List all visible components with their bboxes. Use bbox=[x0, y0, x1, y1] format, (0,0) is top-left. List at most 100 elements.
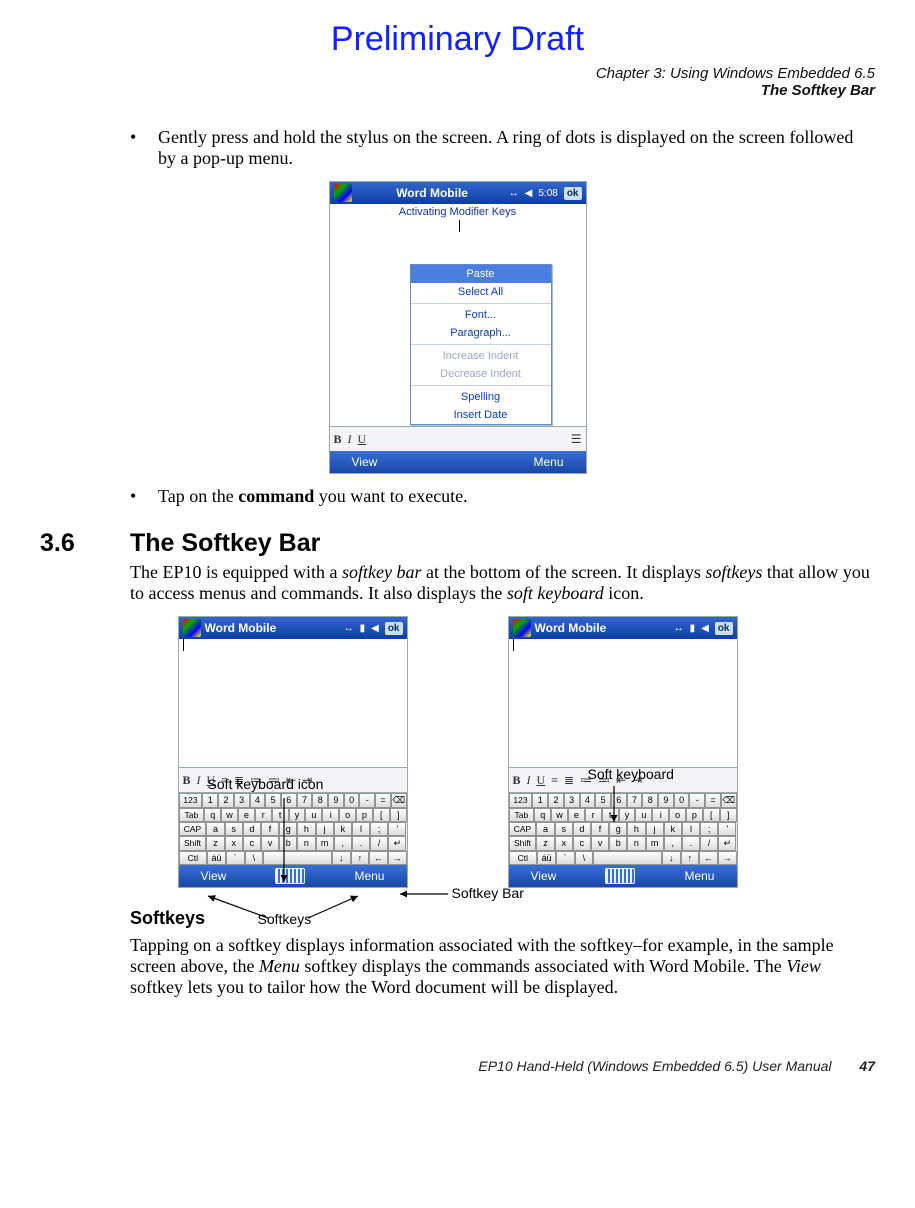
osk-key[interactable]: . bbox=[682, 836, 700, 851]
osk-key[interactable]: o bbox=[669, 808, 686, 822]
osk-key[interactable]: ⌫ bbox=[391, 793, 407, 808]
connectivity-icon[interactable]: ↔ bbox=[344, 623, 354, 634]
osk-key[interactable]: m bbox=[316, 836, 334, 851]
osk-key[interactable]: Shift bbox=[509, 836, 537, 851]
osk-key[interactable]: áü bbox=[207, 851, 226, 865]
osk-key[interactable]: v bbox=[261, 836, 279, 851]
osk-key[interactable]: - bbox=[689, 793, 705, 808]
soft-keyboard[interactable]: 1231234567890-=⌫ Tabqwertyuiop[] CAPasdf… bbox=[179, 792, 407, 865]
osk-key[interactable]: 1 bbox=[532, 793, 548, 808]
osk-key[interactable]: a bbox=[536, 822, 554, 836]
osk-key[interactable]: n bbox=[627, 836, 645, 851]
osk-key[interactable]: b bbox=[279, 836, 297, 851]
osk-key[interactable]: ' bbox=[388, 822, 406, 836]
osk-key[interactable]: g bbox=[609, 822, 627, 836]
osk-key[interactable]: . bbox=[352, 836, 370, 851]
osk-key[interactable]: 123 bbox=[509, 793, 533, 808]
osk-key[interactable]: j bbox=[646, 822, 664, 836]
osk-key[interactable]: u bbox=[635, 808, 652, 822]
osk-key[interactable]: ] bbox=[390, 808, 407, 822]
osk-key[interactable]: 0 bbox=[344, 793, 360, 808]
osk-key[interactable]: , bbox=[334, 836, 352, 851]
osk-key[interactable]: ; bbox=[700, 822, 718, 836]
osk-key[interactable]: g bbox=[279, 822, 297, 836]
osk-key[interactable]: p bbox=[686, 808, 703, 822]
osk-key[interactable]: - bbox=[359, 793, 375, 808]
ok-button[interactable]: ok bbox=[715, 622, 733, 635]
bold-button[interactable]: B bbox=[334, 432, 342, 447]
osk-key[interactable]: 9 bbox=[328, 793, 344, 808]
start-icon[interactable] bbox=[183, 619, 201, 637]
ok-button[interactable]: ok bbox=[385, 622, 403, 635]
osk-key[interactable]: 5 bbox=[265, 793, 281, 808]
osk-key[interactable]: 2 bbox=[548, 793, 564, 808]
osk-key[interactable]: ; bbox=[370, 822, 388, 836]
start-icon[interactable] bbox=[513, 619, 531, 637]
view-softkey[interactable]: View bbox=[531, 869, 557, 883]
osk-key[interactable]: i bbox=[322, 808, 339, 822]
menu-item-insert-date[interactable]: Insert Date bbox=[411, 406, 551, 424]
osk-key[interactable]: q bbox=[204, 808, 221, 822]
osk-key[interactable]: 3 bbox=[234, 793, 250, 808]
signal-icon[interactable]: ▮ bbox=[690, 623, 696, 634]
document-area[interactable] bbox=[179, 639, 407, 767]
osk-key[interactable]: 6 bbox=[281, 793, 297, 808]
osk-key[interactable]: 8 bbox=[312, 793, 328, 808]
osk-key[interactable]: \ bbox=[245, 851, 264, 865]
osk-key[interactable]: y bbox=[289, 808, 306, 822]
menu-softkey[interactable]: Menu bbox=[354, 869, 384, 883]
osk-key[interactable]: 4 bbox=[250, 793, 266, 808]
osk-key[interactable]: r bbox=[585, 808, 602, 822]
volume-icon[interactable]: ◀ bbox=[701, 623, 709, 634]
osk-key[interactable]: Shift bbox=[179, 836, 207, 851]
italic-button[interactable]: I bbox=[527, 773, 531, 788]
osk-key[interactable]: ↓ bbox=[332, 851, 351, 865]
osk-key[interactable]: 7 bbox=[297, 793, 313, 808]
menu-item-paragraph[interactable]: Paragraph... bbox=[411, 324, 551, 342]
osk-key[interactable]: ↑ bbox=[681, 851, 700, 865]
bold-button[interactable]: B bbox=[513, 773, 521, 788]
menu-softkey[interactable]: Menu bbox=[533, 455, 563, 469]
volume-icon[interactable]: ◀ bbox=[525, 188, 533, 199]
osk-key[interactable]: [ bbox=[703, 808, 720, 822]
osk-key[interactable]: ↓ bbox=[662, 851, 681, 865]
osk-key[interactable]: 1 bbox=[202, 793, 218, 808]
osk-key[interactable]: / bbox=[700, 836, 718, 851]
osk-key[interactable]: i bbox=[652, 808, 669, 822]
osk-key[interactable]: j bbox=[316, 822, 334, 836]
osk-key[interactable]: 7 bbox=[627, 793, 643, 808]
osk-key[interactable]: n bbox=[297, 836, 315, 851]
osk-key[interactable]: ' bbox=[718, 822, 736, 836]
osk-key[interactable]: d bbox=[243, 822, 261, 836]
ok-button[interactable]: ok bbox=[564, 187, 582, 200]
osk-key[interactable]: z bbox=[206, 836, 224, 851]
osk-key[interactable]: ↵ bbox=[388, 836, 406, 851]
italic-button[interactable]: I bbox=[348, 432, 352, 447]
osk-key[interactable]: o bbox=[339, 808, 356, 822]
soft-keyboard[interactable]: 1231234567890-=⌫ Tabqwertyuiop[] CAPasdf… bbox=[509, 792, 737, 865]
osk-key[interactable]: p bbox=[356, 808, 373, 822]
menu-item-select-all[interactable]: Select All bbox=[411, 283, 551, 301]
osk-key[interactable]: s bbox=[225, 822, 243, 836]
align-icon[interactable]: ≡ bbox=[551, 773, 558, 788]
osk-key[interactable]: z bbox=[536, 836, 554, 851]
align-icon[interactable]: ≣ bbox=[564, 773, 574, 788]
osk-key[interactable]: s bbox=[555, 822, 573, 836]
bold-button[interactable]: B bbox=[183, 773, 191, 788]
osk-key[interactable]: t bbox=[602, 808, 619, 822]
osk-key[interactable]: k bbox=[664, 822, 682, 836]
osk-key[interactable]: v bbox=[591, 836, 609, 851]
osk-key[interactable]: / bbox=[370, 836, 388, 851]
osk-key[interactable]: 2 bbox=[218, 793, 234, 808]
underline-button[interactable]: U bbox=[537, 773, 546, 788]
osk-key[interactable]: a bbox=[206, 822, 224, 836]
osk-key[interactable]: ↑ bbox=[351, 851, 370, 865]
osk-key[interactable]: m bbox=[646, 836, 664, 851]
menu-item-font[interactable]: Font... bbox=[411, 306, 551, 324]
osk-key[interactable]: h bbox=[297, 822, 315, 836]
italic-button[interactable]: I bbox=[197, 773, 201, 788]
underline-button[interactable]: U bbox=[358, 432, 367, 447]
osk-key[interactable]: CAP bbox=[179, 822, 207, 836]
osk-key[interactable]: b bbox=[609, 836, 627, 851]
menu-item-spelling[interactable]: Spelling bbox=[411, 388, 551, 406]
